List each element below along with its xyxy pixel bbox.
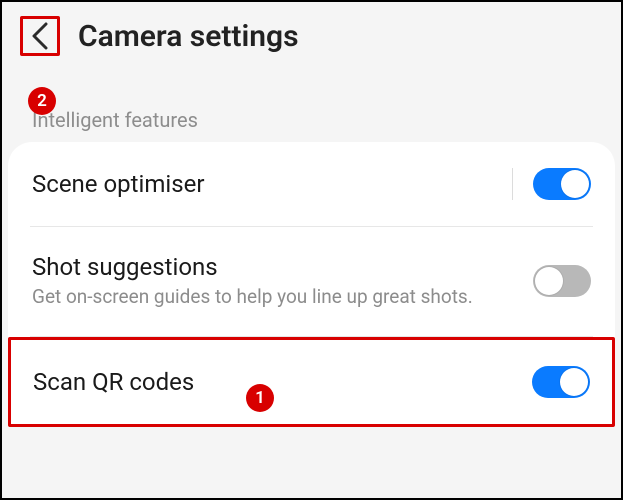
annotation-badge-2: 2 — [28, 87, 56, 115]
divider — [512, 168, 513, 200]
setting-description: Get on-screen guides to help you line up… — [32, 285, 517, 310]
header: Camera settings — [2, 2, 621, 64]
toggle-scene-optimiser[interactable] — [533, 168, 591, 200]
settings-card: Scene optimiser Shot suggestions Get on-… — [8, 142, 615, 427]
back-button[interactable] — [20, 16, 60, 56]
toggle-shot-suggestions[interactable] — [533, 265, 591, 297]
setting-scene-optimiser[interactable]: Scene optimiser — [30, 142, 593, 227]
page-title: Camera settings — [78, 19, 299, 54]
setting-shot-suggestions[interactable]: Shot suggestions Get on-screen guides to… — [30, 227, 593, 337]
annotation-badge-1: 1 — [246, 384, 274, 412]
section-label: Intelligent features — [2, 64, 621, 142]
toggle-scan-qr-codes[interactable] — [532, 366, 590, 398]
chevron-left-icon — [31, 22, 49, 50]
setting-scan-qr-codes[interactable]: Scan QR codes — [8, 337, 615, 427]
setting-label: Shot suggestions — [32, 253, 517, 281]
setting-label: Scan QR codes — [33, 368, 516, 396]
setting-label: Scene optimiser — [32, 170, 496, 198]
